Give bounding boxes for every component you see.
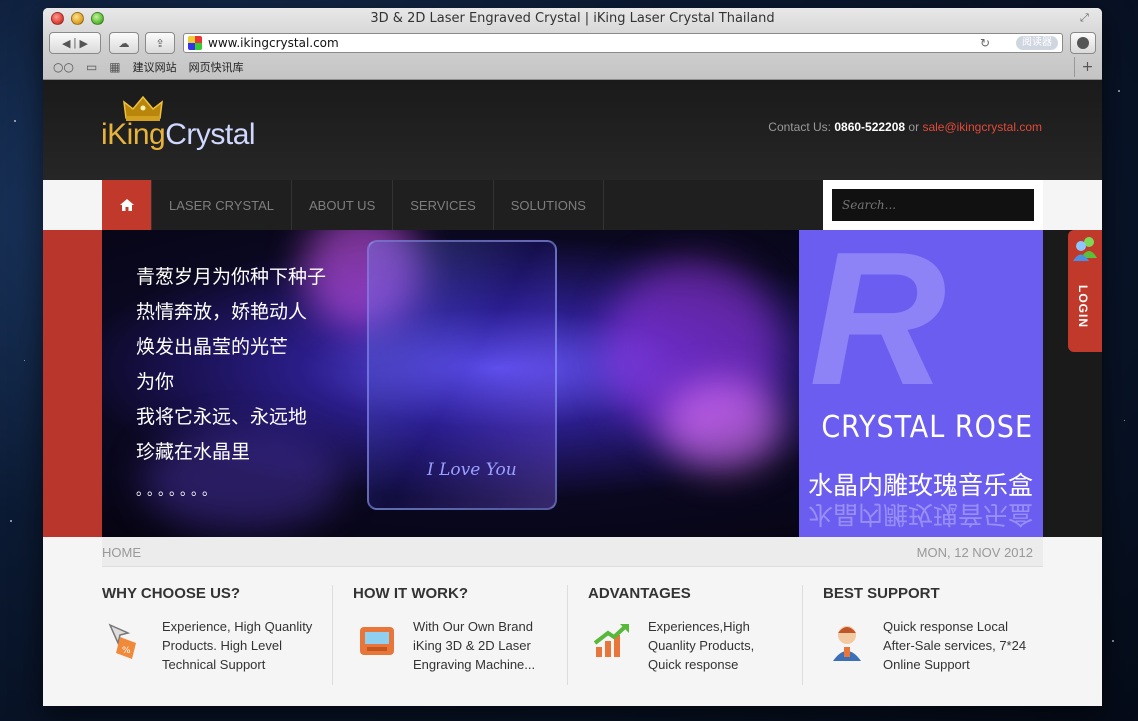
nav-laser-crystal[interactable]: LASER CRYSTAL (152, 180, 293, 230)
downloads-button[interactable] (1070, 32, 1096, 54)
web-page: iKingCrystal Contact Us: 0860-522208 or … (43, 80, 1102, 706)
main-navigation: LASER CRYSTAL ABOUT US SERVICES SOLUTION… (102, 180, 1043, 230)
browser-toolbar: ◀ | ▶ ☁ ⇪ www.ikingcrystal.com ↻ 阅读器 (43, 30, 1102, 56)
title-bar: 3D & 2D Laser Engraved Crystal | iKing L… (43, 8, 1102, 30)
bookmark-suggested-sites[interactable]: 建议网站 (133, 59, 177, 75)
contact-phone[interactable]: 0860-522208 (834, 120, 905, 134)
nav-about-us[interactable]: ABOUT US (292, 180, 394, 230)
breadcrumb: HOME MON, 12 NOV 2012 (102, 537, 1043, 567)
icloud-tabs-button[interactable]: ☁ (109, 32, 139, 54)
nav-services[interactable]: SERVICES (393, 180, 494, 230)
promo-subtitle-reflection: 水晶内雕玫瑰音乐盒 (807, 500, 1033, 529)
window-title: 3D & 2D Laser Engraved Crystal | iKing L… (370, 11, 775, 26)
feature-best-support: BEST SUPPORT Quick response Local After-… (802, 585, 1043, 685)
bookmarks-book-icon[interactable]: ▭ (86, 60, 97, 74)
machine-icon (360, 627, 394, 655)
feature-why-choose-us: WHY CHOOSE US? % Experience, High Quanli… (102, 585, 332, 685)
reading-list-icon[interactable]: ○○ (53, 60, 74, 74)
login-side-tab[interactable]: LOGIN (1068, 230, 1102, 352)
url-text[interactable]: www.ikingcrystal.com (208, 36, 339, 50)
contact-info: Contact Us: 0860-522208 or sale@ikingcry… (768, 120, 1042, 134)
logo-text: iKingCrystal (101, 118, 256, 151)
search-box (823, 180, 1043, 230)
search-input[interactable] (832, 189, 1034, 221)
feature-how-it-work: HOW IT WORK? With Our Own Brand iKing 3D… (332, 585, 567, 685)
browser-chrome: 3D & 2D Laser Engraved Crystal | iKing L… (43, 8, 1102, 80)
banner-poem: 青葱岁月为你种下种子 热情奔放，娇艳动人 焕发出晶莹的光芒 为你 我将它永远、永… (136, 266, 327, 463)
bookmarks-bar: ○○ ▭ ▦ 建议网站 网页快讯库 + (43, 56, 1102, 78)
fullscreen-icon[interactable]: ⤢ (1080, 12, 1094, 26)
hero-banner[interactable]: I Love You 青葱岁月为你种下种子 热情奔放，娇艳动人 焕发出晶莹的光芒… (102, 230, 1043, 537)
forward-arrow-icon[interactable]: ▶ (79, 37, 87, 50)
reader-button[interactable]: 阅读器 (1016, 36, 1058, 50)
contact-or: or (908, 120, 920, 134)
crystal-rose-promo[interactable]: R CRYSTAL ROSE 水晶内雕玫瑰音乐盒 水晶内雕玫瑰音乐盒 (799, 230, 1043, 537)
share-icon: ⇪ (155, 37, 165, 50)
contact-label: Contact Us: (768, 120, 831, 134)
feature-advantages: ADVANTAGES Experiences,High Quanlity Pro… (567, 585, 802, 685)
back-arrow-icon[interactable]: ◀ (62, 37, 70, 50)
address-bar[interactable]: www.ikingcrystal.com ↻ 阅读器 (183, 33, 1063, 53)
feature-text: Experiences,High Quanlity Products, Quic… (648, 619, 755, 672)
svg-text:%: % (122, 646, 131, 656)
share-button[interactable]: ⇪ (145, 32, 175, 54)
nav-solutions[interactable]: SOLUTIONS (494, 180, 604, 230)
feature-title: HOW IT WORK? (353, 585, 468, 602)
feature-text: Experience, High Quanlity Products. High… (162, 619, 313, 672)
feature-title: WHY CHOOSE US? (102, 585, 241, 602)
feature-title: BEST SUPPORT (823, 585, 940, 602)
login-label: LOGIN (1076, 285, 1090, 328)
home-icon (119, 199, 134, 211)
feature-text: Quick response Local After-Sale services… (883, 619, 1027, 672)
support-agent-icon (833, 626, 861, 661)
nav-home-button[interactable] (102, 180, 152, 230)
reload-icon[interactable]: ↻ (980, 36, 990, 50)
top-sites-grid-icon[interactable]: ▦ (109, 60, 120, 74)
cloud-icon: ☁ (118, 37, 130, 50)
cursor-tag-icon: % (108, 623, 136, 659)
promo-title: CRYSTAL ROSE (821, 410, 1033, 445)
features-section: WHY CHOOSE US? % Experience, High Quanli… (102, 585, 1043, 695)
site-favicon-icon (188, 36, 202, 50)
promo-subtitle: 水晶内雕玫瑰音乐盒 (807, 471, 1033, 500)
growth-chart-icon (593, 624, 629, 657)
crystal-engraving-text: I Love You (427, 460, 517, 480)
browser-window: 3D & 2D Laser Engraved Crystal | iKing L… (43, 8, 1102, 706)
bookmark-web-slices[interactable]: 网页快讯库 (189, 59, 244, 75)
banner-dots: 。。。。。。。 (136, 482, 220, 498)
new-tab-plus-icon[interactable]: + (1074, 57, 1100, 77)
feature-title: ADVANTAGES (588, 585, 691, 602)
download-icon (1077, 37, 1089, 49)
contact-email-link[interactable]: sale@ikingcrystal.com (922, 120, 1042, 134)
users-icon (1073, 237, 1097, 261)
current-date: MON, 12 NOV 2012 (916, 545, 1033, 560)
back-forward-buttons[interactable]: ◀ | ▶ (49, 32, 101, 54)
site-header: iKingCrystal Contact Us: 0860-522208 or … (43, 80, 1102, 180)
promo-letter: R (809, 230, 947, 425)
feature-text: With Our Own Brand iKing 3D & 2D Laser E… (413, 619, 536, 672)
breadcrumb-home-link[interactable]: HOME (102, 545, 141, 560)
